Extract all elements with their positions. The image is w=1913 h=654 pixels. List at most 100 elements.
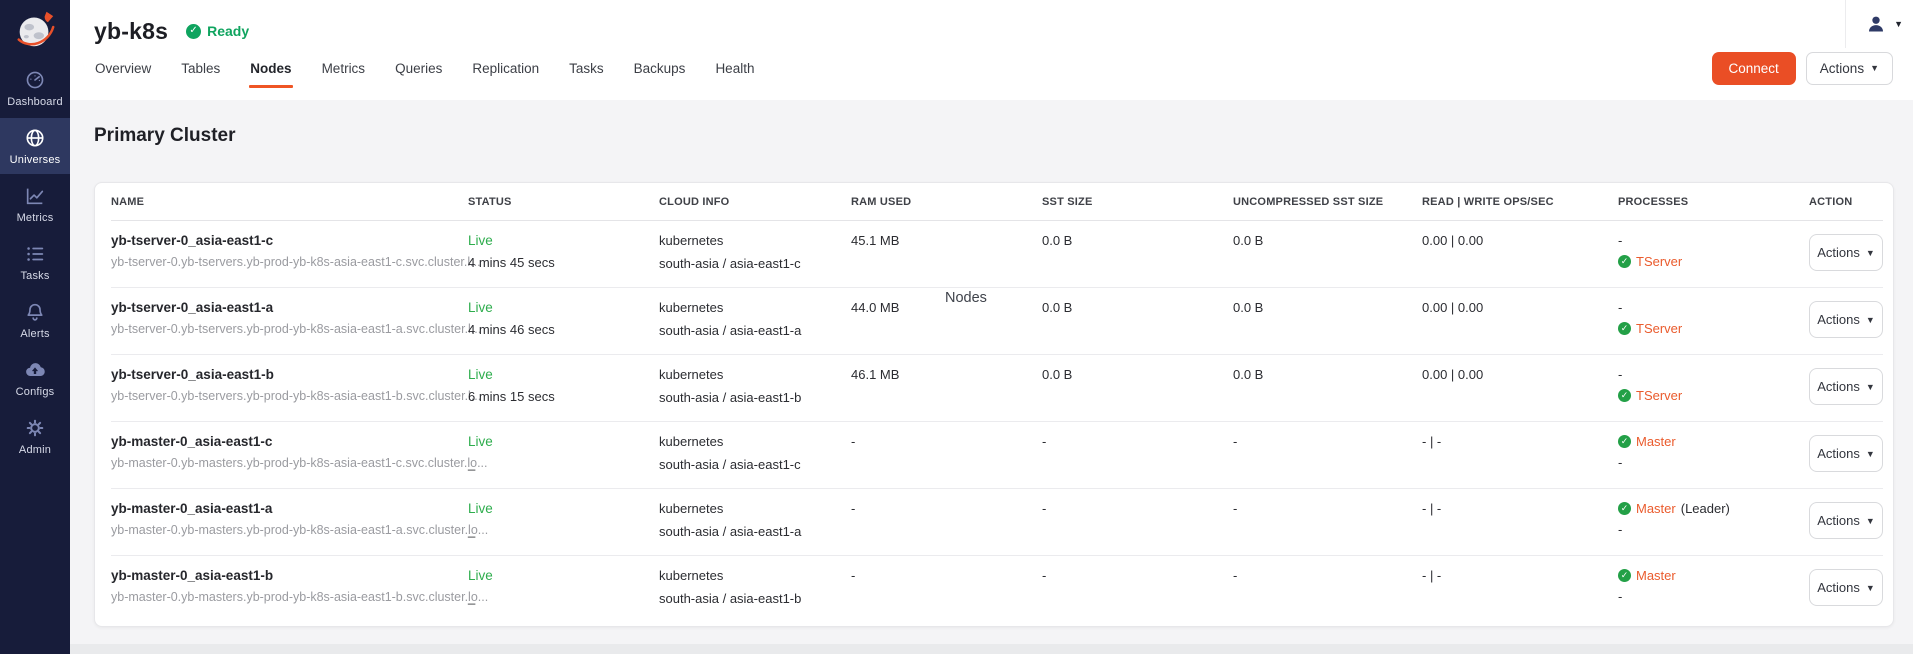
process-name: TServer — [1636, 388, 1682, 403]
row-actions-button[interactable]: Actions ▼ — [1809, 234, 1883, 271]
universe-globe-icon — [24, 127, 46, 149]
cloud-info-cell: kubernetes south-asia / asia-east1-c — [659, 434, 851, 472]
main-area: yb-k8s Ready ▼ OverviewTablesNodesMetric… — [70, 0, 1913, 654]
tab-tables[interactable]: Tables — [166, 48, 235, 88]
row-actions-button[interactable]: Actions ▼ — [1809, 502, 1883, 539]
sidebar: Dashboard Universes Metrics — [0, 0, 70, 654]
tab-overview[interactable]: Overview — [80, 48, 166, 88]
sst-size-cell: - — [1042, 568, 1233, 583]
chevron-down-icon: ▼ — [1866, 248, 1875, 258]
chevron-down-icon: ▼ — [1866, 315, 1875, 325]
node-region: south-asia / asia-east1-a — [659, 524, 851, 539]
sidebar-item-tasks[interactable]: Tasks — [0, 234, 70, 290]
row-actions-button[interactable]: Actions ▼ — [1809, 368, 1883, 405]
read-write-ops-cell: 0.00 | 0.00 — [1422, 300, 1618, 315]
user-menu[interactable]: ▼ — [1845, 0, 1903, 48]
sidebar-item-configs[interactable]: Configs — [0, 350, 70, 406]
tab-queries[interactable]: Queries — [380, 48, 457, 88]
node-name-link[interactable]: yb-master-0_asia-east1-a — [111, 501, 468, 516]
process-entry: TServer — [1618, 321, 1809, 336]
user-menu-caret-icon: ▼ — [1894, 19, 1903, 29]
node-status: Live — [468, 501, 659, 516]
row-actions-button[interactable]: Actions ▼ — [1809, 569, 1883, 606]
tab-nodes[interactable]: Nodes — [235, 48, 306, 88]
tab-tasks[interactable]: Tasks — [554, 48, 619, 88]
metrics-chart-icon — [24, 185, 46, 207]
node-table-row: yb-master-0_asia-east1-b yb-master-0.yb-… — [111, 555, 1883, 622]
action-cell: Actions ▼ — [1809, 367, 1883, 405]
tab-backups[interactable]: Backups — [619, 48, 701, 88]
tasks-list-icon — [24, 243, 46, 265]
column-header: SST SIZE — [1042, 196, 1233, 208]
yugabyte-logo-icon — [12, 6, 58, 52]
node-name-link[interactable]: yb-tserver-0_asia-east1-b — [111, 367, 468, 382]
ram-used-cell: - — [851, 568, 1042, 583]
sst-size-cell: - — [1042, 434, 1233, 449]
column-header: UNCOMPRESSED SST SIZE — [1233, 196, 1422, 208]
node-name-link[interactable]: yb-tserver-0_asia-east1-c — [111, 233, 468, 248]
connect-button[interactable]: Connect — [1712, 52, 1796, 85]
chevron-down-icon: ▼ — [1866, 449, 1875, 459]
process-cell: Master(Leader)- — [1618, 501, 1809, 543]
process-cell: -TServer — [1618, 233, 1809, 275]
node-provider: kubernetes — [659, 233, 851, 248]
node-uptime: 4 mins 46 secs — [468, 322, 659, 337]
sidebar-item-universes[interactable]: Universes — [0, 118, 70, 174]
node-uptime: _ — [468, 456, 659, 471]
node-name-link[interactable]: yb-master-0_asia-east1-b — [111, 568, 468, 583]
sst-size-cell: 0.0 B — [1042, 300, 1233, 315]
process-name: Master — [1636, 434, 1676, 449]
chevron-down-icon: ▼ — [1866, 516, 1875, 526]
status-cell: Live 6 mins 15 secs — [468, 367, 659, 404]
chevron-down-icon: ▼ — [1870, 63, 1879, 73]
uncompressed-sst-size-cell: - — [1233, 568, 1422, 583]
node-name-link[interactable]: yb-tserver-0_asia-east1-a — [111, 300, 468, 315]
sidebar-item-metrics[interactable]: Metrics — [0, 176, 70, 232]
alerts-bell-icon — [24, 301, 46, 323]
node-fqdn: yb-tserver-0.yb-tservers.yb-prod-yb-k8s-… — [111, 389, 468, 403]
status-cell: Live 4 mins 46 secs — [468, 300, 659, 337]
row-actions-button[interactable]: Actions ▼ — [1809, 435, 1883, 472]
process-entry: Master — [1618, 434, 1809, 449]
uncompressed-sst-size-cell: - — [1233, 434, 1422, 449]
process-check-icon — [1618, 322, 1631, 335]
uncompressed-sst-size-cell: - — [1233, 501, 1422, 516]
node-region: south-asia / asia-east1-b — [659, 390, 851, 405]
column-header: NAME — [111, 196, 468, 208]
tab-metrics[interactable]: Metrics — [307, 48, 381, 88]
column-header: PROCESSES — [1618, 196, 1809, 208]
process-entry: TServer — [1618, 254, 1809, 269]
node-fqdn: yb-tserver-0.yb-tservers.yb-prod-yb-k8s-… — [111, 255, 468, 269]
column-header: CLOUD INFO — [659, 196, 851, 208]
node-table-row: yb-master-0_asia-east1-c yb-master-0.yb-… — [111, 421, 1883, 488]
uncompressed-sst-size-cell: 0.0 B — [1233, 300, 1422, 315]
sidebar-item-admin[interactable]: Admin — [0, 408, 70, 464]
configs-cloud-icon — [24, 359, 46, 381]
row-actions-button[interactable]: Actions ▼ — [1809, 301, 1883, 338]
node-fqdn: yb-master-0.yb-masters.yb-prod-yb-k8s-as… — [111, 523, 468, 537]
node-name-link[interactable]: yb-master-0_asia-east1-c — [111, 434, 468, 449]
process-entry: Master — [1618, 568, 1809, 583]
process-check-icon — [1618, 435, 1631, 448]
nodes-table-body: yb-tserver-0_asia-east1-c yb-tserver-0.y… — [111, 221, 1883, 622]
sidebar-item-label: Universes — [10, 154, 61, 166]
tab-health[interactable]: Health — [700, 48, 769, 88]
tab-replication[interactable]: Replication — [457, 48, 554, 88]
process-entry: Master(Leader) — [1618, 501, 1809, 516]
node-region: south-asia / asia-east1-c — [659, 457, 851, 472]
row-actions-label: Actions — [1817, 245, 1860, 260]
process-dash: - — [1618, 300, 1809, 315]
read-write-ops-cell: - | - — [1422, 434, 1618, 449]
process-dash: - — [1618, 589, 1809, 604]
read-write-ops-cell: 0.00 | 0.00 — [1422, 233, 1618, 248]
dashboard-gauge-icon — [24, 69, 46, 91]
universe-header: yb-k8s Ready ▼ OverviewTablesNodesMetric… — [70, 0, 1913, 100]
sidebar-item-dashboard[interactable]: Dashboard — [0, 60, 70, 116]
universe-actions-button[interactable]: Actions ▼ — [1806, 52, 1893, 85]
node-table-row: yb-tserver-0_asia-east1-c yb-tserver-0.y… — [111, 221, 1883, 287]
chevron-down-icon: ▼ — [1866, 583, 1875, 593]
node-fqdn: yb-tserver-0.yb-tservers.yb-prod-yb-k8s-… — [111, 322, 468, 336]
sidebar-item-alerts[interactable]: Alerts — [0, 292, 70, 348]
process-cell: Master- — [1618, 434, 1809, 476]
yugabyte-logo[interactable] — [0, 0, 70, 58]
